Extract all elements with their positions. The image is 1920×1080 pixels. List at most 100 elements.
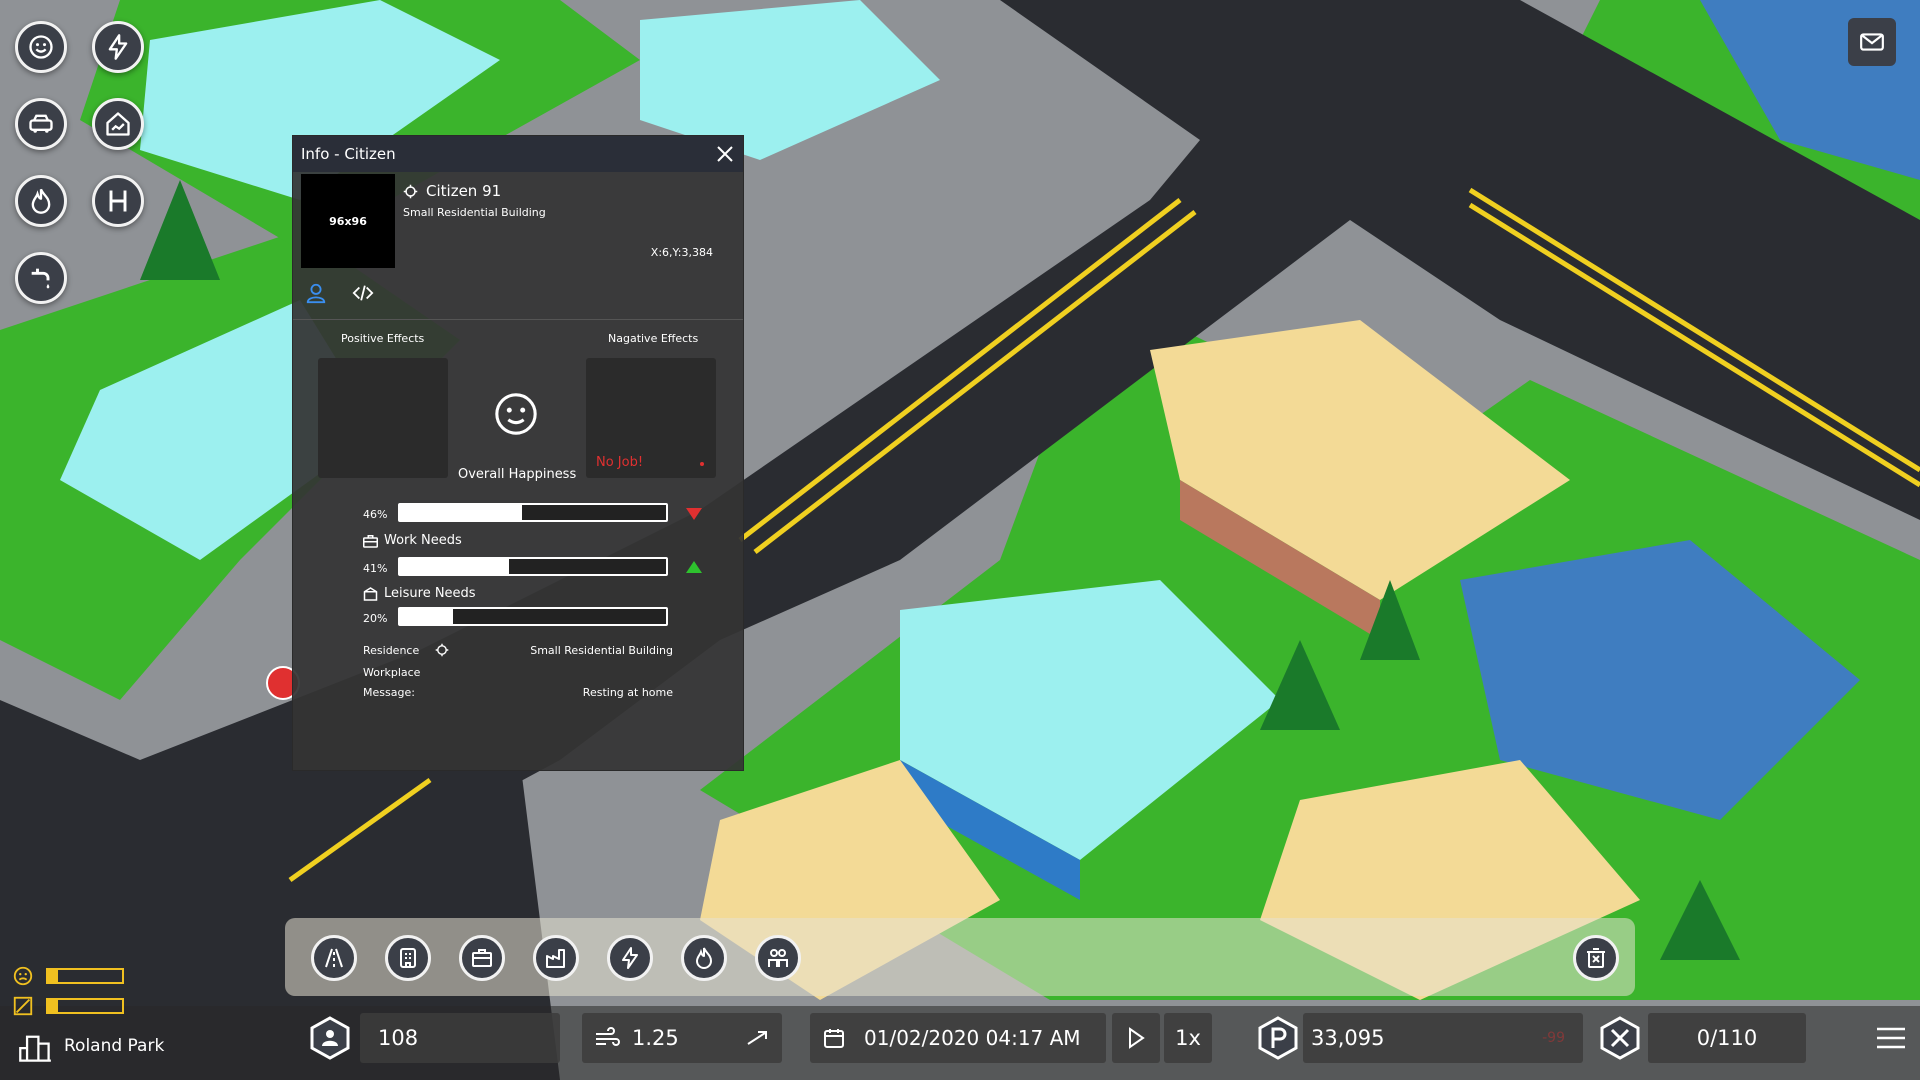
happiness-bar-fill <box>400 505 523 520</box>
wind-direction-icon <box>747 1031 767 1045</box>
leisure-needs-row: Leisure Needs <box>363 586 476 601</box>
info-panel-titlebar: Info - Citizen <box>293 136 743 172</box>
happiness-bar <box>398 503 668 522</box>
residence-value: Small Residential Building <box>530 644 673 657</box>
police-tool-button[interactable] <box>755 935 801 981</box>
money-display: 33,095 -99 <box>1303 1013 1583 1063</box>
avatar-placeholder-label: 96x96 <box>329 214 367 228</box>
economy-meter-icon <box>13 996 33 1016</box>
demolish-tool-button[interactable] <box>1573 935 1619 981</box>
work-needs-row: Work Needs <box>363 533 462 548</box>
leisure-icon <box>363 586 378 601</box>
citizen-coords: X:6,Y:3,384 <box>650 246 713 259</box>
fire-service-icon <box>695 947 713 969</box>
residential-icon <box>400 948 416 968</box>
overall-happiness-label: Overall Happiness <box>458 467 577 482</box>
close-icon[interactable] <box>715 144 735 164</box>
mail-icon <box>1860 33 1884 51</box>
power-icon <box>622 947 638 969</box>
work-needs-bar <box>398 557 668 576</box>
tab-code[interactable] <box>351 282 375 308</box>
road-tool-button[interactable] <box>311 935 357 981</box>
mail-button[interactable] <box>1848 18 1896 66</box>
citizen-name-row: Citizen 91 <box>403 182 501 200</box>
mood-meter-icon <box>13 966 33 986</box>
datetime-value: 01/02/2020 04:17 AM <box>864 1026 1081 1050</box>
info-panel-title: Info - Citizen <box>301 145 396 163</box>
money-icon <box>1258 1016 1298 1060</box>
locate-icon[interactable] <box>403 184 418 199</box>
capacity-display: 0/110 <box>1648 1013 1806 1063</box>
negative-effects-label: Nagative Effects <box>608 332 699 345</box>
police-icon <box>768 949 788 967</box>
wind-display: 1.25 <box>582 1013 782 1063</box>
commercial-tool-button[interactable] <box>459 935 505 981</box>
trend-down-icon <box>686 508 702 520</box>
road-icon <box>325 948 343 968</box>
water-icon <box>31 268 50 289</box>
commercial-icon <box>472 949 492 967</box>
leisure-needs-bar <box>398 607 668 626</box>
water-view-button[interactable] <box>15 252 67 304</box>
electricity-view-button[interactable] <box>92 21 144 73</box>
message-value: Resting at home <box>582 686 673 699</box>
electricity-icon <box>108 34 128 60</box>
land-value-view-button[interactable] <box>92 98 144 150</box>
game-speed-value: 1x <box>1175 1026 1201 1050</box>
work-needs-bar-fill <box>400 559 510 574</box>
population-value: 108 <box>378 1026 419 1050</box>
population-display: 108 <box>360 1013 560 1063</box>
industrial-icon <box>546 949 565 968</box>
residence-label: Residence <box>363 644 420 657</box>
briefcase-icon <box>363 534 378 548</box>
negative-effects-list: No Job! <box>586 358 716 478</box>
wind-icon <box>596 1027 620 1046</box>
citizen-building: Small Residential Building <box>403 206 546 219</box>
citizen-info-panel: Info - Citizen 96x96 Citizen 91 Small Re… <box>292 135 744 771</box>
power-tool-button[interactable] <box>607 935 653 981</box>
city-name[interactable]: Roland Park <box>64 1036 164 1056</box>
hospital-view-button[interactable] <box>92 175 144 227</box>
person-icon <box>306 283 326 304</box>
work-needs-percent: 41% <box>363 562 388 575</box>
date-display: 01/02/2020 04:17 AM <box>810 1013 1106 1063</box>
game-speed-button[interactable]: 1x <box>1164 1013 1212 1063</box>
build-toolbar <box>285 918 1635 996</box>
economy-meter-bar <box>46 998 124 1014</box>
leisure-needs-bar-fill <box>400 609 454 624</box>
positive-effects-label: Positive Effects <box>341 332 425 345</box>
fire-service-tool-button[interactable] <box>681 935 727 981</box>
negative-effect-item: No Job! <box>596 455 644 470</box>
calendar-icon <box>824 1029 844 1048</box>
leisure-needs-percent: 20% <box>363 612 388 625</box>
hospital-icon <box>109 190 127 212</box>
code-icon <box>352 285 374 301</box>
traffic-view-button[interactable] <box>15 98 67 150</box>
fire-view-button[interactable] <box>15 175 67 227</box>
residence-locate-icon[interactable] <box>435 643 449 657</box>
land-value-icon <box>106 112 130 136</box>
workplace-label: Workplace <box>363 666 421 679</box>
traffic-icon <box>29 114 53 133</box>
overall-happiness-icon <box>495 393 537 435</box>
city-icon <box>19 1035 51 1062</box>
play-button[interactable] <box>1112 1013 1160 1063</box>
wind-value: 1.25 <box>632 1026 679 1050</box>
population-icon <box>310 1016 350 1060</box>
tab-person[interactable] <box>305 282 327 308</box>
residential-tool-button[interactable] <box>385 935 431 981</box>
services-icon <box>1600 1016 1640 1060</box>
negative-effect-dot <box>700 462 704 466</box>
happiness-view-button[interactable] <box>15 21 67 73</box>
message-label: Message: <box>363 686 415 699</box>
menu-icon[interactable] <box>1876 1027 1906 1049</box>
industrial-tool-button[interactable] <box>533 935 579 981</box>
money-value: 33,095 <box>1311 1026 1385 1050</box>
citizen-name: Citizen 91 <box>426 182 502 200</box>
citizen-avatar: 96x96 <box>301 174 395 268</box>
trend-up-icon <box>686 561 702 573</box>
economy-meter-fill <box>48 1000 59 1012</box>
mood-meter-fill <box>48 970 59 982</box>
money-delta: -99 <box>1542 1030 1565 1046</box>
happiness-icon <box>29 35 53 59</box>
